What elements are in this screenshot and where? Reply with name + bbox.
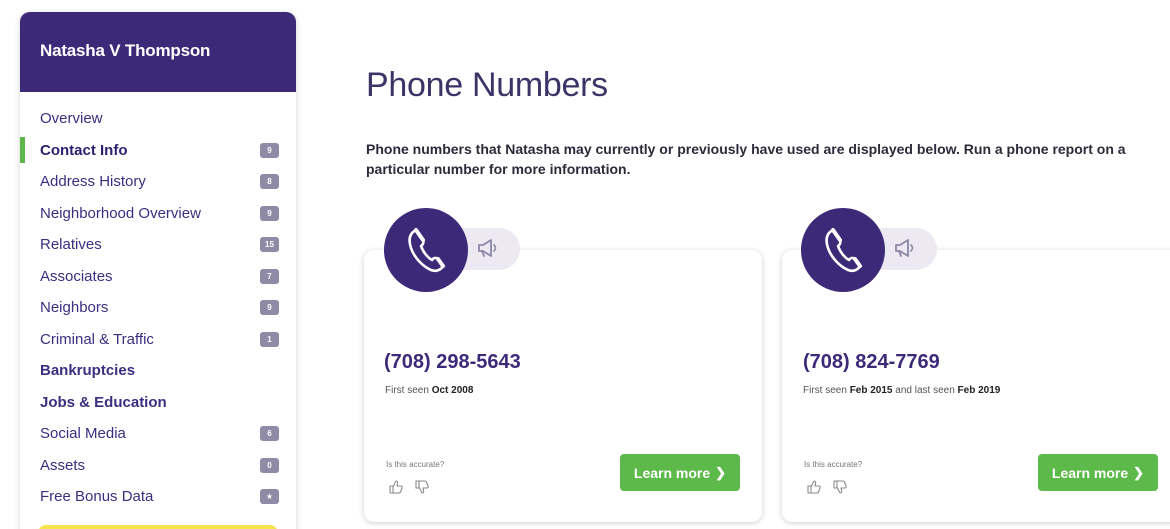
sidebar-item-label: Neighborhood Overview xyxy=(40,204,201,222)
phone-number[interactable]: (708) 298-5643 xyxy=(384,351,521,374)
first-seen-prefix: First seen xyxy=(803,385,850,396)
count-badge: 9 xyxy=(260,142,279,158)
chevron-right-icon: ❯ xyxy=(715,464,727,480)
phone-number[interactable]: (708) 824-7769 xyxy=(803,351,940,374)
intro-text: Phone numbers that Natasha may currently… xyxy=(366,141,1126,177)
first-seen-date: Feb 2015 xyxy=(849,385,893,396)
count-badge: 1 xyxy=(260,331,279,347)
sidebar-cta-button[interactable] xyxy=(38,525,278,529)
thumbs-up-icon[interactable] xyxy=(388,479,404,495)
sidebar-item-assets[interactable]: Assets 0 xyxy=(20,450,296,482)
sidebar-item-criminal-traffic[interactable]: Criminal & Traffic 1 xyxy=(20,324,296,356)
sidebar-item-label: Jobs & Education xyxy=(40,393,167,411)
count-badge: 8 xyxy=(260,174,279,189)
chevron-right-icon: ❯ xyxy=(1133,464,1145,480)
card-icon-group xyxy=(801,208,961,298)
sidebar-item-relatives[interactable]: Relatives 15 xyxy=(20,229,296,261)
first-seen-date: Oct 2008 xyxy=(431,385,474,396)
sidebar-item-bankruptcies[interactable]: Bankruptcies xyxy=(20,355,296,387)
sidebar-item-neighbors[interactable]: Neighbors 9 xyxy=(20,292,296,324)
sidebar-item-label: Free Bonus Data xyxy=(40,488,154,506)
count-badge: 9 xyxy=(260,300,279,315)
sidebar-item-contact-info[interactable]: Contact Info 9 xyxy=(20,135,296,167)
sidebar-item-label: Overview xyxy=(40,110,103,128)
phone-icon xyxy=(408,228,445,273)
accuracy-prompt: Is this accurate? xyxy=(804,460,863,469)
phone-icon-circle xyxy=(801,208,885,292)
accuracy-prompt: Is this accurate? xyxy=(386,460,445,469)
last-seen-prefix: and last seen xyxy=(892,385,958,396)
seen-dates: First seen Feb 2015 and last seen Feb 20… xyxy=(803,385,1000,396)
sidebar-item-address-history[interactable]: Address History 8 xyxy=(20,166,296,198)
megaphone-icon xyxy=(895,239,914,257)
phone-icon-circle xyxy=(384,208,468,292)
learn-more-button[interactable]: Learn more ❯ xyxy=(620,454,740,491)
sidebar-item-label: Social Media xyxy=(40,425,126,443)
last-seen-date: Feb 2019 xyxy=(957,385,1001,396)
count-badge: 7 xyxy=(260,268,279,284)
learn-more-button[interactable]: Learn more ❯ xyxy=(1038,454,1158,491)
sidebar-item-label: Address History xyxy=(40,173,146,191)
learn-more-label: Learn more xyxy=(633,464,711,481)
feedback-buttons xyxy=(388,479,430,495)
count-badge: 0 xyxy=(260,457,279,473)
sidebar-item-label: Neighbors xyxy=(40,299,109,317)
sidebar-nav: Overview Contact Info 9 Address History 8 … xyxy=(20,103,296,513)
sidebar-item-associates[interactable]: Associates 7 xyxy=(20,261,296,293)
count-badge: 9 xyxy=(260,205,279,221)
star-badge: ★ xyxy=(260,489,279,504)
sidebar-item-label: Associates xyxy=(40,267,113,285)
phone-icon xyxy=(825,228,862,273)
sidebar-item-jobs-education[interactable]: Jobs & Education xyxy=(20,387,296,419)
sidebar-item-neighborhood-overview[interactable]: Neighborhood Overview 9 xyxy=(20,198,296,230)
thumbs-down-icon[interactable] xyxy=(414,479,430,495)
thumbs-up-icon[interactable] xyxy=(806,479,822,495)
sidebar-item-label: Contact Info xyxy=(40,141,128,159)
thumbs-down-icon[interactable] xyxy=(832,479,848,495)
count-badge: 6 xyxy=(260,426,279,441)
sidebar-item-label: Assets xyxy=(40,456,86,474)
megaphone-icon xyxy=(478,239,497,257)
feedback-buttons xyxy=(806,479,848,495)
learn-more-label: Learn more xyxy=(1051,464,1129,481)
person-name: Natasha V Thompson xyxy=(40,41,211,60)
sidebar-item-label: Bankruptcies xyxy=(40,362,136,380)
first-seen-prefix: First seen xyxy=(385,385,432,396)
card-icon-group xyxy=(384,208,544,298)
seen-dates: First seen Oct 2008 xyxy=(385,385,473,396)
sidebar-item-social-media[interactable]: Social Media 6 xyxy=(20,418,296,450)
sidebar-item-label: Relatives xyxy=(40,236,102,254)
sidebar-header: Natasha V Thompson xyxy=(20,12,296,92)
page-title: Phone Numbers xyxy=(366,66,608,104)
count-badge: 15 xyxy=(260,237,279,252)
sidebar-item-label: Criminal & Traffic xyxy=(40,330,154,348)
sidebar-item-overview[interactable]: Overview xyxy=(20,103,296,135)
sidebar-item-free-bonus-data[interactable]: Free Bonus Data ★ xyxy=(20,481,296,513)
sidebar: Natasha V Thompson Overview Contact Info… xyxy=(20,12,296,529)
